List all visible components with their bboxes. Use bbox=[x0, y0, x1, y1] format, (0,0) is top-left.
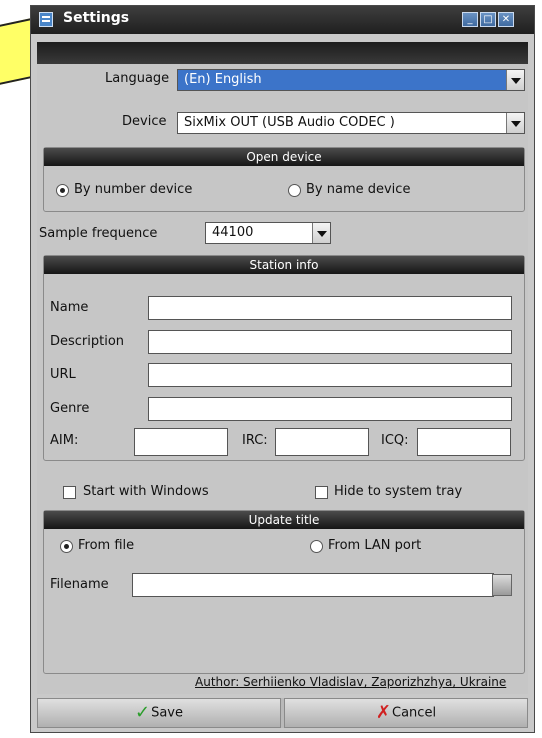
by-name-radio[interactable] bbox=[288, 184, 301, 197]
update-title-group: Update title From file From LAN port Fil… bbox=[43, 510, 525, 674]
device-value: SixMix OUT (USB Audio CODEC ) bbox=[184, 115, 395, 130]
by-name-label[interactable]: By name device bbox=[306, 182, 410, 197]
irc-label: IRC: bbox=[242, 433, 268, 448]
description-label: Description bbox=[50, 334, 125, 349]
name-input[interactable] bbox=[148, 296, 512, 320]
from-lan-label[interactable]: From LAN port bbox=[328, 538, 421, 553]
station-info-header: Station info bbox=[44, 256, 524, 274]
aim-input[interactable] bbox=[134, 428, 228, 456]
sample-frequence-value: 44100 bbox=[212, 225, 254, 240]
window-title: Settings bbox=[63, 10, 130, 26]
sample-frequence-label: Sample frequence bbox=[39, 226, 158, 241]
sample-frequence-select[interactable]: 44100 bbox=[205, 222, 331, 244]
browse-button[interactable] bbox=[492, 574, 512, 596]
device-select[interactable]: SixMix OUT (USB Audio CODEC ) bbox=[177, 112, 525, 134]
start-with-windows-label[interactable]: Start with Windows bbox=[83, 484, 209, 499]
station-info-group: Station info Name Description URL Genre … bbox=[43, 255, 525, 461]
by-number-label[interactable]: By number device bbox=[74, 182, 192, 197]
genre-label: Genre bbox=[50, 401, 90, 416]
settings-window: Settings _ □ ✕ Language (En) English Dev… bbox=[30, 5, 535, 733]
cancel-button[interactable]: ✗Cancel bbox=[284, 698, 528, 728]
language-select[interactable]: (En) English bbox=[177, 69, 525, 91]
name-label: Name bbox=[50, 300, 89, 315]
chevron-down-icon[interactable] bbox=[506, 70, 524, 90]
icq-label: ICQ: bbox=[381, 433, 409, 448]
description-input[interactable] bbox=[148, 330, 512, 354]
url-input[interactable] bbox=[148, 363, 512, 387]
from-file-label[interactable]: From file bbox=[78, 538, 134, 553]
hide-to-tray-label[interactable]: Hide to system tray bbox=[334, 484, 462, 499]
hide-to-tray-checkbox[interactable] bbox=[315, 486, 328, 499]
settings-window-icon bbox=[39, 12, 53, 27]
checkmark-icon: ✓ bbox=[134, 702, 151, 723]
open-device-header: Open device bbox=[44, 148, 524, 166]
filename-input[interactable] bbox=[132, 573, 494, 597]
save-label: Save bbox=[151, 705, 183, 721]
icq-input[interactable] bbox=[417, 428, 511, 456]
filename-label: Filename bbox=[50, 577, 109, 592]
open-device-group: Open device By number device By name dev… bbox=[43, 147, 525, 212]
start-with-windows-checkbox[interactable] bbox=[63, 486, 76, 499]
irc-input[interactable] bbox=[275, 428, 369, 456]
language-label: Language bbox=[105, 71, 170, 86]
chevron-down-icon[interactable] bbox=[312, 223, 330, 243]
aim-label: AIM: bbox=[50, 433, 79, 448]
language-value: (En) English bbox=[184, 72, 262, 87]
cancel-label: Cancel bbox=[392, 705, 437, 721]
url-label: URL bbox=[50, 367, 76, 382]
title-bar: Settings _ □ ✕ bbox=[31, 6, 534, 34]
minimize-icon[interactable]: _ bbox=[462, 12, 478, 27]
settings-panel: Language (En) English Device SixMix OUT … bbox=[37, 64, 528, 694]
update-title-header: Update title bbox=[44, 511, 524, 529]
button-bar: ✓Save ✗Cancel bbox=[37, 698, 528, 728]
close-icon[interactable]: ✕ bbox=[498, 12, 514, 27]
author-credit: Author: Serhiienko Vladislav, Zaporizhzh… bbox=[195, 675, 507, 689]
by-number-radio[interactable] bbox=[56, 184, 69, 197]
device-label: Device bbox=[122, 114, 167, 129]
header-strip bbox=[37, 42, 528, 64]
from-file-radio[interactable] bbox=[60, 540, 73, 553]
chevron-down-icon[interactable] bbox=[506, 113, 524, 133]
cross-icon: ✗ bbox=[375, 702, 392, 723]
genre-input[interactable] bbox=[148, 397, 512, 421]
save-button[interactable]: ✓Save bbox=[37, 698, 281, 728]
maximize-icon[interactable]: □ bbox=[480, 12, 496, 27]
from-lan-radio[interactable] bbox=[310, 540, 323, 553]
